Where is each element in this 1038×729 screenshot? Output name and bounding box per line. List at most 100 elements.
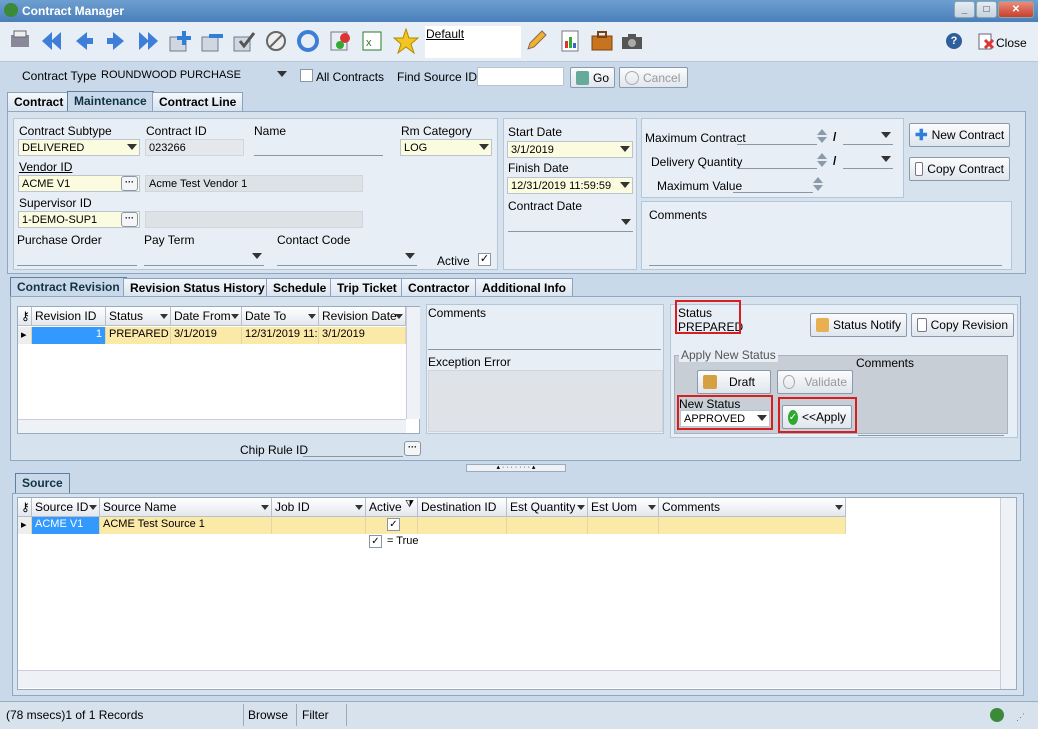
contact-code-select[interactable] xyxy=(277,249,417,266)
camera-icon[interactable] xyxy=(618,27,646,55)
tab-contract-line[interactable]: Contract Line xyxy=(152,92,244,111)
col-job-id[interactable]: Job ID xyxy=(272,498,366,517)
table-row[interactable]: ▸ 1 PREPARED 3/1/2019 12/31/2019 11: 3/1… xyxy=(18,327,406,344)
cell-source-id[interactable]: ACME V1 xyxy=(32,517,100,534)
max-contract-spinner[interactable] xyxy=(816,128,828,145)
pay-term-select[interactable] xyxy=(144,249,264,266)
draft-button[interactable]: Draft xyxy=(697,370,771,394)
delivery-qty-spinner[interactable] xyxy=(816,152,828,169)
col-revision-id[interactable]: Revision ID xyxy=(32,307,106,326)
contract-subtype-select[interactable]: DELIVERED xyxy=(18,139,140,156)
layout-name[interactable]: Default xyxy=(426,27,464,41)
last-record-icon[interactable] xyxy=(134,27,162,55)
tab-maintenance[interactable]: Maintenance xyxy=(67,91,154,112)
contract-date-field[interactable] xyxy=(508,215,633,232)
table-row[interactable]: ▸ ACME V1 ACME Test Source 1 ✓ xyxy=(18,517,846,534)
print-icon[interactable] xyxy=(6,27,34,55)
tab-contractor[interactable]: Contractor xyxy=(401,278,477,297)
col-comments[interactable]: Comments xyxy=(659,498,846,517)
previous-record-icon[interactable] xyxy=(70,27,98,55)
next-record-icon[interactable] xyxy=(102,27,130,55)
tab-revision-status-history[interactable]: Revision Status History xyxy=(123,278,272,297)
col-status[interactable]: Status xyxy=(106,307,171,326)
refresh-icon[interactable] xyxy=(294,27,322,55)
vendor-lookup-button[interactable]: ··· xyxy=(121,176,138,191)
filter-checkbox[interactable]: ✓ xyxy=(369,535,382,548)
cell-est-uom[interactable] xyxy=(588,517,659,534)
briefcase-icon[interactable] xyxy=(588,27,616,55)
new-contract-button[interactable]: ✚ New Contract xyxy=(909,123,1010,147)
cell-job-id[interactable] xyxy=(272,517,366,534)
cell-revision-id[interactable]: 1 xyxy=(32,327,106,344)
splitter-handle[interactable]: ▴ · · · · · · · ▴ xyxy=(466,464,566,472)
apply-comments-field[interactable] xyxy=(858,419,1004,436)
col-date-from[interactable]: Date From xyxy=(171,307,242,326)
all-contracts-checkbox[interactable] xyxy=(300,69,313,82)
cancel-button[interactable]: Cancel xyxy=(619,67,688,88)
contract-comments-field[interactable] xyxy=(649,249,1002,266)
save-record-icon[interactable] xyxy=(230,27,258,55)
cell-date-from[interactable]: 3/1/2019 xyxy=(171,327,242,344)
delivery-qty-field[interactable] xyxy=(737,152,817,169)
col-date-to[interactable]: Date To xyxy=(242,307,319,326)
contract-id-field[interactable]: 023266 xyxy=(145,139,244,156)
cell-source-name[interactable]: ACME Test Source 1 xyxy=(100,517,272,534)
go-button[interactable]: Go xyxy=(570,67,615,88)
copy-revision-button[interactable]: Copy Revision xyxy=(911,313,1014,337)
purchase-order-field[interactable] xyxy=(17,249,137,266)
help-icon[interactable]: ? xyxy=(940,27,968,55)
rm-category-select[interactable]: LOG xyxy=(400,139,492,156)
name-field[interactable] xyxy=(254,139,383,156)
col-revision-date[interactable]: Revision Date xyxy=(319,307,406,326)
source-vscrollbar[interactable] xyxy=(1000,498,1016,689)
revision-hscrollbar[interactable] xyxy=(18,419,406,433)
favorite-star-icon[interactable] xyxy=(392,27,420,55)
contract-type-select[interactable]: ROUNDWOOD PURCHASE xyxy=(97,66,290,83)
col-source-id[interactable]: Source ID xyxy=(32,498,100,517)
supervisor-lookup-button[interactable]: ··· xyxy=(121,212,138,227)
col-est-quantity[interactable]: Est Quantity xyxy=(507,498,588,517)
tab-source[interactable]: Source xyxy=(15,473,70,494)
tab-contract[interactable]: Contract xyxy=(7,92,71,111)
excel-icon[interactable]: x xyxy=(358,27,386,55)
cell-active[interactable]: ✓ xyxy=(366,517,418,534)
report-icon[interactable] xyxy=(556,27,584,55)
cancel-edit-icon[interactable] xyxy=(262,27,290,55)
col-source-name[interactable]: Source Name xyxy=(100,498,272,517)
col-active[interactable]: Active ⧩ xyxy=(366,498,418,517)
max-contract-unit-select[interactable] xyxy=(843,128,893,145)
delete-record-icon[interactable] xyxy=(198,27,226,55)
tab-additional-info[interactable]: Additional Info xyxy=(475,278,573,297)
filter-funnel-icon[interactable]: ⧩ xyxy=(405,499,414,510)
minimize-button[interactable]: _ xyxy=(954,1,975,18)
cell-est-quantity[interactable] xyxy=(507,517,588,534)
window-close-button[interactable]: ✕ xyxy=(998,1,1034,18)
delivery-qty-unit-select[interactable] xyxy=(843,152,893,169)
tab-trip-ticket[interactable]: Trip Ticket xyxy=(330,278,404,297)
validate-button[interactable]: Validate xyxy=(777,370,853,394)
active-checkbox[interactable]: ✓ xyxy=(478,253,491,266)
vendor-id-label[interactable]: Vendor ID xyxy=(19,160,72,174)
col-est-uom[interactable]: Est Uom xyxy=(588,498,659,517)
find-source-input[interactable] xyxy=(477,67,564,86)
max-contract-field[interactable] xyxy=(737,128,817,145)
cell-comments[interactable] xyxy=(659,517,846,534)
add-record-icon[interactable] xyxy=(166,27,194,55)
cell-status[interactable]: PREPARED xyxy=(106,327,171,344)
cell-revision-date[interactable]: 3/1/2019 xyxy=(319,327,406,344)
finish-date-field[interactable]: 12/31/2019 11:59:59 xyxy=(507,177,633,194)
cell-date-to[interactable]: 12/31/2019 11: xyxy=(242,327,319,344)
max-value-spinner[interactable] xyxy=(812,176,824,193)
chip-rule-field[interactable] xyxy=(303,440,403,457)
cell-destination-id[interactable] xyxy=(418,517,507,534)
start-date-field[interactable]: 3/1/2019 xyxy=(507,141,633,158)
first-record-icon[interactable] xyxy=(38,27,66,55)
export-icon[interactable] xyxy=(326,27,354,55)
revision-comments-field[interactable] xyxy=(428,333,661,350)
revision-vscrollbar[interactable] xyxy=(406,307,420,419)
tab-contract-revision[interactable]: Contract Revision xyxy=(10,277,127,297)
active-checkbox[interactable]: ✓ xyxy=(387,518,400,531)
edit-pencil-icon[interactable] xyxy=(522,27,550,55)
layout-selector[interactable]: Default xyxy=(425,26,521,58)
chip-rule-lookup-button[interactable]: ··· xyxy=(404,441,421,456)
